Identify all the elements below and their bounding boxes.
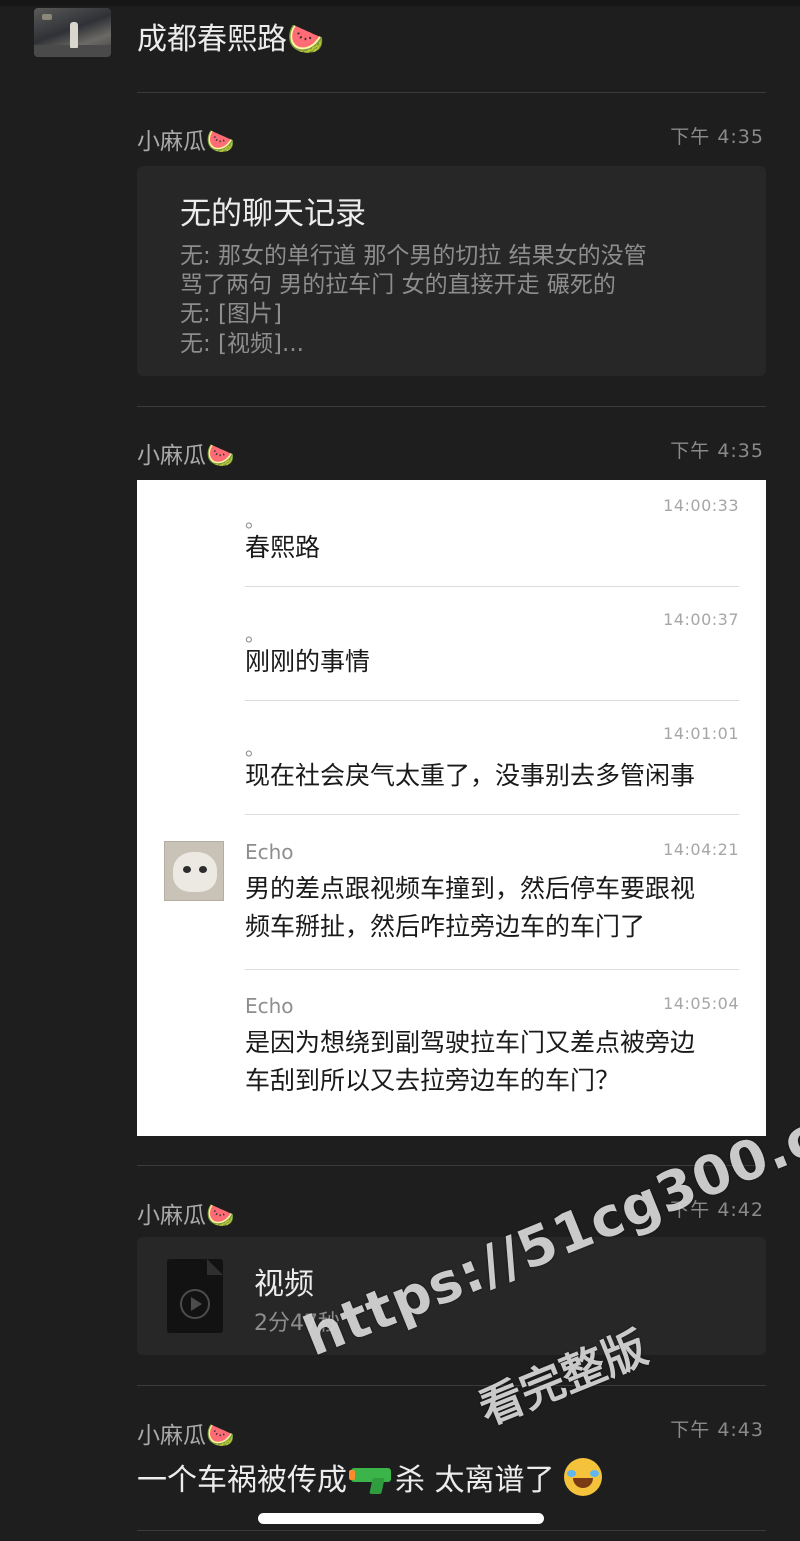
forwarded-item: Echo 14:05:04 是因为想绕到副驾驶拉车门又差点被旁边 车刮到所以又去…	[245, 992, 739, 1122]
forwarded-time: 14:00:33	[663, 496, 739, 515]
divider	[245, 969, 739, 970]
rolling-laughing-icon	[564, 1458, 603, 1496]
message-text: 一个车祸被传成	[137, 1463, 347, 1498]
sender-name: 小麻瓜🍉	[137, 1423, 235, 1449]
forwarded-text: 男的差点跟视频车撞到，然后停车要跟视	[245, 874, 696, 903]
forwarded-item: 。 14:01:01 现在社会戾气太重了，没事别去多管闲事	[245, 724, 739, 814]
home-indicator[interactable]	[258, 1513, 544, 1524]
divider	[137, 1530, 766, 1531]
forwarded-time: 14:04:21	[663, 840, 739, 859]
avatar-echo[interactable]	[164, 841, 224, 901]
divider	[245, 700, 739, 701]
message-time: 下午 4:35	[670, 440, 764, 462]
record-line: 无: [视频]...	[180, 331, 304, 357]
sender-name: 小麻瓜🍉	[137, 129, 235, 155]
chat-record-card[interactable]: 无的聊天记录 无: 那女的单行道 那个男的切拉 结果女的没管 骂了两句 男的拉车…	[137, 166, 766, 376]
divider	[245, 586, 739, 587]
message-time: 下午 4:43	[670, 1419, 764, 1441]
forwarded-item: 。 14:00:37 刚刚的事情	[245, 610, 739, 700]
forwarded-messages-card[interactable]: 。 14:00:33 春熙路 。 14:00:37 刚刚的事情 。 14:01:…	[137, 480, 766, 1136]
sender-name: 小麻瓜🍉	[137, 443, 235, 469]
file-title: 视频	[254, 1267, 314, 1302]
file-icon	[167, 1259, 223, 1333]
sender-name: 小麻瓜🍉	[137, 1203, 235, 1229]
avatar[interactable]	[34, 8, 111, 57]
divider	[137, 92, 766, 93]
watermelon-icon: 🍉	[287, 22, 325, 57]
forwarded-sender: Echo	[245, 994, 294, 1018]
divider	[137, 406, 766, 407]
watermelon-icon: 🍉	[206, 1423, 235, 1449]
forwarded-time: 14:00:37	[663, 610, 739, 629]
message-1[interactable]: 成都春熙路🍉	[137, 22, 324, 58]
message-text: 杀 太离谱了	[395, 1463, 555, 1498]
forwarded-text: 现在社会戾气太重了，没事别去多管闲事	[245, 761, 696, 790]
forwarded-text: 车刮到所以又去拉旁边车的车门？	[245, 1066, 621, 1095]
forwarded-text: 春熙路	[245, 533, 321, 562]
water-pistol-icon	[349, 1464, 393, 1494]
forwarded-item: Echo 14:04:21 男的差点跟视频车撞到，然后停车要跟视 频车掰扯，然后…	[245, 838, 739, 968]
forwarded-item: 。 14:00:33 春熙路	[245, 496, 739, 586]
divider	[245, 814, 739, 815]
message-5[interactable]: 一个车祸被传成 杀 太离谱了	[137, 1458, 603, 1499]
forwarded-time: 14:05:04	[663, 994, 739, 1013]
forwarded-text: 频车掰扯，然后咋拉旁边车的车门了	[245, 912, 646, 941]
message-text: 成都春熙路	[137, 22, 287, 57]
record-title: 无的聊天记录	[180, 196, 366, 232]
forwarded-sender: Echo	[245, 840, 294, 864]
forwarded-text: 刚刚的事情	[245, 647, 371, 676]
status-area	[0, 0, 800, 6]
divider	[137, 1385, 766, 1386]
watermelon-icon: 🍉	[206, 443, 235, 469]
forwarded-time: 14:01:01	[663, 724, 739, 743]
forwarded-text: 是因为想绕到副驾驶拉车门又差点被旁边	[245, 1028, 696, 1057]
watermelon-icon: 🍉	[206, 1203, 235, 1229]
watermelon-icon: 🍉	[206, 129, 235, 155]
record-line: 无: [图片]	[180, 301, 283, 327]
message-time: 下午 4:35	[670, 126, 764, 148]
